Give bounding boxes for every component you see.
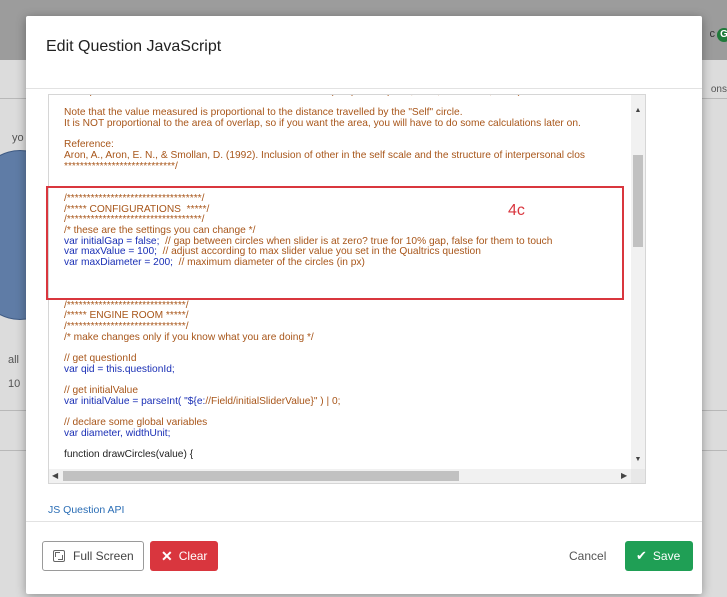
background-text: all bbox=[8, 354, 20, 366]
full-screen-label: Full Screen bbox=[73, 549, 134, 563]
horizontal-scroll-thumb[interactable] bbox=[63, 471, 459, 481]
modal-divider bbox=[26, 88, 702, 89]
background-text: 10 bbox=[8, 378, 21, 390]
full-screen-button[interactable]: Full Screen bbox=[42, 541, 144, 571]
code-line[interactable] bbox=[64, 173, 639, 184]
code-line[interactable]: var initialValue = parseInt( "${e://Fiel… bbox=[64, 396, 639, 408]
code-line[interactable] bbox=[64, 130, 639, 141]
scroll-down-icon[interactable]: ▼ bbox=[634, 456, 642, 463]
modal-title: Edit Question JavaScript bbox=[46, 38, 222, 55]
vertical-scrollbar[interactable]: ▲ ▼ bbox=[631, 95, 645, 470]
scroll-up-icon[interactable]: ▲ bbox=[634, 107, 642, 114]
code-line[interactable]: function drawCircles(value) { bbox=[64, 450, 639, 461]
code-line[interactable]: var qid = this.questionId; bbox=[64, 364, 639, 376]
code-line[interactable]: ****************************/ bbox=[64, 161, 639, 173]
close-icon: ✕ bbox=[161, 547, 173, 564]
code-line[interactable] bbox=[64, 376, 639, 387]
clear-label: Clear bbox=[178, 549, 208, 563]
modal-divider bbox=[26, 521, 702, 522]
code-line[interactable]: It is NOT proportional to the area of ov… bbox=[64, 118, 639, 130]
code-line[interactable]: /* make changes only if you know what yo… bbox=[64, 332, 639, 344]
background-text: c bbox=[709, 28, 716, 40]
edit-javascript-modal: Edit Question JavaScript This question i… bbox=[26, 16, 702, 594]
expand-icon bbox=[53, 550, 65, 562]
scroll-left-icon[interactable]: ◀ bbox=[52, 471, 58, 480]
background-text: yo bbox=[12, 132, 24, 144]
clear-button[interactable]: ✕ Clear bbox=[150, 541, 218, 571]
checkmark-icon: ✔ bbox=[636, 548, 647, 563]
cancel-button[interactable]: Cancel bbox=[569, 541, 615, 571]
code-line[interactable] bbox=[64, 344, 639, 355]
annotation-highlight-box bbox=[46, 186, 624, 300]
background-text: ons bbox=[710, 84, 727, 95]
save-button[interactable]: ✔ Save bbox=[625, 541, 693, 571]
annotation-label: 4c bbox=[508, 202, 525, 219]
vertical-scroll-thumb[interactable] bbox=[633, 155, 643, 247]
code-line[interactable]: var diameter, widthUnit; bbox=[64, 428, 639, 440]
scroll-right-icon[interactable]: ▶ bbox=[621, 471, 627, 480]
horizontal-scrollbar[interactable]: ◀ ▶ bbox=[49, 469, 633, 483]
background-badge: G bbox=[717, 28, 727, 42]
scrollbar-corner bbox=[631, 469, 645, 483]
save-label: Save bbox=[652, 549, 681, 563]
js-question-api-link[interactable]: JS Question API bbox=[48, 504, 124, 516]
